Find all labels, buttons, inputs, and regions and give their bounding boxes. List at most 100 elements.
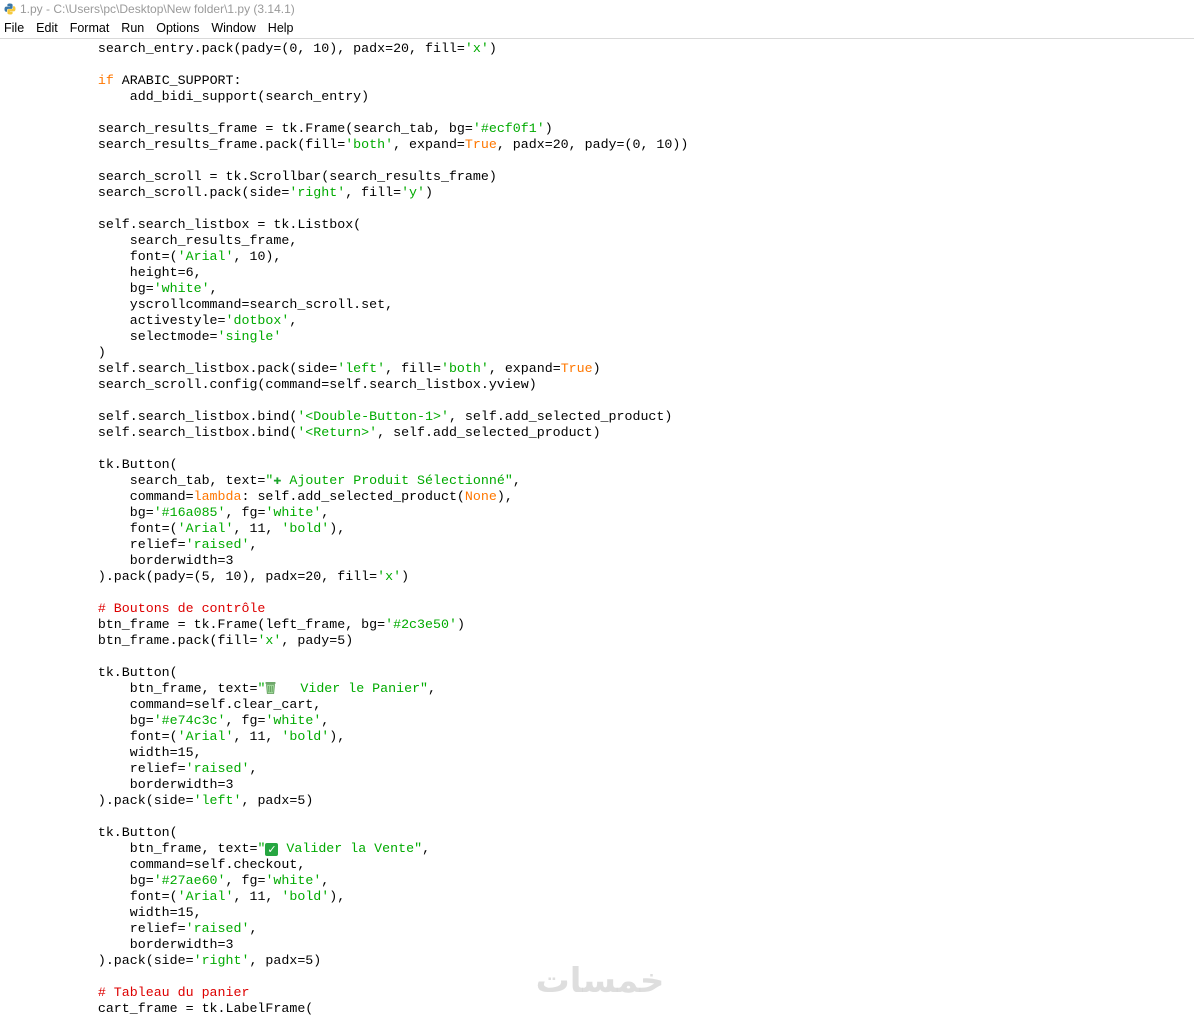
code-token: , padx=5)	[241, 793, 314, 808]
code-line[interactable]: bg='#16a085', fg='white',	[34, 505, 688, 521]
code-line[interactable]: ).pack(side='left', padx=5)	[34, 793, 688, 809]
code-line[interactable]: command=self.checkout,	[34, 857, 688, 873]
code-line[interactable]	[34, 649, 688, 665]
code-line[interactable]: bg='#27ae60', fg='white',	[34, 873, 688, 889]
code-line[interactable]: relief='raised',	[34, 761, 688, 777]
code-line[interactable]: search_tab, text="✚ Ajouter Produit Séle…	[34, 473, 688, 489]
code-line[interactable]: selectmode='single'	[34, 329, 688, 345]
code-line[interactable]: borderwidth=3	[34, 553, 688, 569]
menu-edit[interactable]: Edit	[31, 21, 65, 35]
code-line[interactable]	[34, 809, 688, 825]
code-string: 'raised'	[185, 921, 250, 936]
menu-file[interactable]: File	[0, 21, 31, 35]
code-line[interactable]	[34, 393, 688, 409]
code-line[interactable]: btn_frame.pack(fill='x', pady=5)	[34, 633, 688, 649]
code-line[interactable]: yscrollcommand=search_scroll.set,	[34, 297, 688, 313]
code-line[interactable]: bg='#e74c3c', fg='white',	[34, 713, 688, 729]
code-line[interactable]	[34, 201, 688, 217]
code-line[interactable]: command=self.clear_cart,	[34, 697, 688, 713]
code-line[interactable]: btn_frame = tk.Frame(left_frame, bg='#2c…	[34, 617, 688, 633]
code-line[interactable]: tk.Button(	[34, 825, 688, 841]
code-line[interactable]: self.search_listbox = tk.Listbox(	[34, 217, 688, 233]
code-line[interactable]: search_entry.pack(pady=(0, 10), padx=20,…	[34, 41, 688, 57]
code-token: borderwidth=3	[34, 553, 234, 568]
code-line[interactable]: self.search_listbox.bind('<Double-Button…	[34, 409, 688, 425]
code-text[interactable]: search_entry.pack(pady=(0, 10), padx=20,…	[34, 41, 689, 1015]
window-title: 1.py - C:\Users\pc\Desktop\New folder\1.…	[20, 2, 295, 16]
code-editor[interactable]: search_entry.pack(pady=(0, 10), padx=20,…	[0, 40, 1194, 1015]
code-token: width=15,	[34, 745, 202, 760]
code-token: height=6,	[34, 265, 202, 280]
code-line[interactable]: borderwidth=3	[34, 777, 688, 793]
code-string: '#e74c3c'	[153, 713, 226, 728]
code-line[interactable]	[34, 585, 688, 601]
code-line[interactable]: relief='raised',	[34, 537, 688, 553]
code-line[interactable]: command=lambda: self.add_selected_produc…	[34, 489, 688, 505]
menu-format[interactable]: Format	[65, 21, 117, 35]
menu-window[interactable]: Window	[206, 21, 262, 35]
code-line[interactable]: search_scroll.config(command=self.search…	[34, 377, 688, 393]
code-line[interactable]: self.search_listbox.bind('<Return>', sel…	[34, 425, 688, 441]
code-token: activestyle=	[34, 313, 226, 328]
code-line[interactable]: self.search_listbox.pack(side='left', fi…	[34, 361, 688, 377]
code-line[interactable]: font=('Arial', 11, 'bold'),	[34, 889, 688, 905]
code-token: ,	[289, 313, 298, 328]
code-line[interactable]: font=('Arial', 11, 'bold'),	[34, 729, 688, 745]
code-line[interactable]: activestyle='dotbox',	[34, 313, 688, 329]
code-line[interactable]: tk.Button(	[34, 457, 688, 473]
code-string: "	[257, 841, 266, 856]
menu-run[interactable]: Run	[116, 21, 151, 35]
code-line[interactable]: bg='white',	[34, 281, 688, 297]
code-token: font=(	[34, 521, 178, 536]
menu-bar: File Edit Format Run Options Window Help	[0, 18, 1194, 39]
code-line[interactable]: if ARABIC_SUPPORT:	[34, 73, 688, 89]
code-string: 'dotbox'	[225, 313, 290, 328]
code-line[interactable]: )	[34, 345, 688, 361]
menu-help[interactable]: Help	[263, 21, 301, 35]
code-line[interactable]	[34, 57, 688, 73]
code-token: command=	[34, 489, 194, 504]
code-token: , 10),	[233, 249, 282, 264]
code-line[interactable]: search_results_frame,	[34, 233, 688, 249]
code-string: 'raised'	[185, 761, 250, 776]
code-string: Ajouter Produit Sélectionné"	[281, 473, 513, 488]
code-token: borderwidth=3	[34, 937, 234, 952]
code-line[interactable]: width=15,	[34, 905, 688, 921]
code-token: bg=	[34, 873, 154, 888]
code-token: relief=	[34, 921, 186, 936]
code-line[interactable]: search_scroll.pack(side='right', fill='y…	[34, 185, 688, 201]
code-line[interactable]: height=6,	[34, 265, 688, 281]
code-token: , pady=5)	[281, 633, 354, 648]
code-token: bg=	[34, 281, 154, 296]
code-line[interactable]	[34, 105, 688, 121]
code-token: , 11,	[233, 729, 282, 744]
code-line[interactable]: btn_frame, text=" ✓ Valider la Vente",	[34, 841, 688, 857]
code-line[interactable]: width=15,	[34, 745, 688, 761]
code-string: 'x'	[377, 569, 402, 584]
code-line[interactable]: btn_frame, text=" Vider le Panier",	[34, 681, 688, 697]
code-line[interactable]: tk.Button(	[34, 665, 688, 681]
watermark-logo: خمسات	[536, 961, 665, 1001]
code-line[interactable]: search_results_frame.pack(fill='both', e…	[34, 137, 689, 153]
code-token: borderwidth=3	[34, 777, 234, 792]
menu-options[interactable]: Options	[151, 21, 206, 35]
code-line[interactable]: search_scroll = tk.Scrollbar(search_resu…	[34, 169, 688, 185]
code-line[interactable]: relief='raised',	[34, 921, 688, 937]
code-line[interactable]: # Boutons de contrôle	[34, 601, 688, 617]
code-token: btn_frame = tk.Frame(left_frame, bg=	[34, 617, 386, 632]
watermark-text: خمسات	[536, 961, 665, 1001]
code-token: ,	[249, 921, 258, 936]
code-line[interactable]: font=('Arial', 10),	[34, 249, 688, 265]
code-line[interactable]: ).pack(pady=(5, 10), padx=20, fill='x')	[34, 569, 688, 585]
code-line[interactable]	[34, 153, 688, 169]
code-token: )	[456, 617, 465, 632]
code-line[interactable]: borderwidth=3	[34, 937, 688, 953]
code-line[interactable]	[34, 441, 688, 457]
code-line[interactable]: search_results_frame = tk.Frame(search_t…	[34, 121, 688, 137]
code-string: '<Double-Button-1>'	[297, 409, 449, 424]
code-token: font=(	[34, 889, 178, 904]
code-token: ,	[422, 841, 431, 856]
code-line[interactable]: add_bidi_support(search_entry)	[34, 89, 688, 105]
code-line[interactable]: font=('Arial', 11, 'bold'),	[34, 521, 688, 537]
